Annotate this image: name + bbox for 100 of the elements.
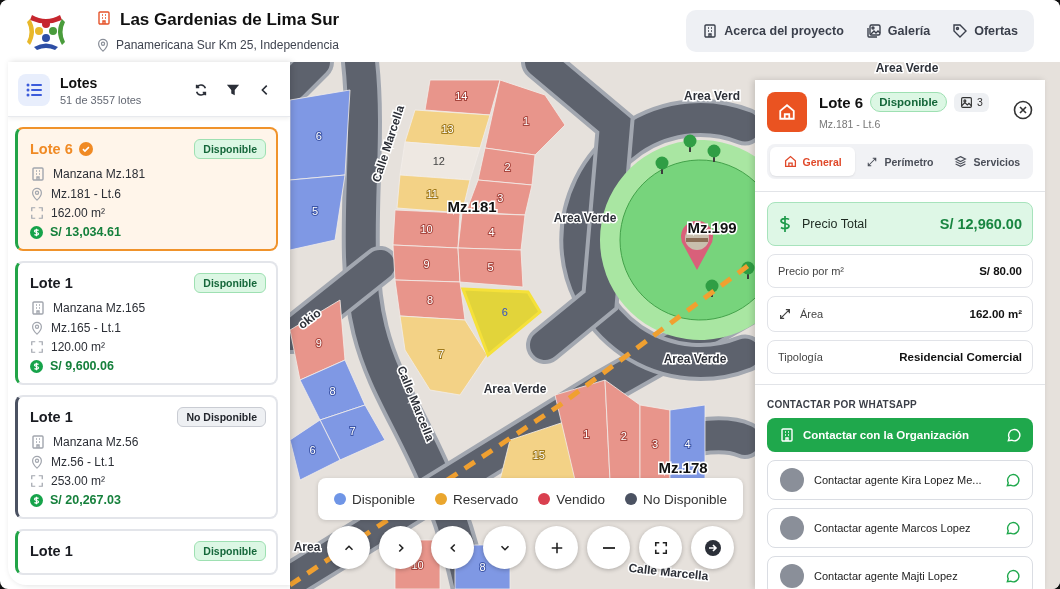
- chat-bubble-icon: [1005, 568, 1020, 584]
- contact-agent-button[interactable]: Contactar agente Kira Lopez Me...: [767, 460, 1033, 500]
- section-heading: CONTACTAR POR WHATSAPP: [767, 399, 918, 410]
- image-icon: [959, 95, 973, 109]
- lot-title: Lote 1: [30, 543, 73, 559]
- lot-card[interactable]: Lote 1 Disponible Manzana Mz.165 Mz.165 - Lt.1 120.00 m² S/ 9,600.06: [15, 261, 278, 385]
- lot-number: 1: [583, 427, 590, 440]
- lot-number: 6: [315, 130, 322, 143]
- status-badge: Disponible: [194, 273, 266, 293]
- arrow-circle-icon: [704, 539, 721, 556]
- lot-card[interactable]: Lote 6 Disponible Manzana Mz.181 Mz.181 - Lt.6 162.00 m² S/ 13,034.61: [15, 127, 278, 251]
- lot-price: S/ 13,034.61: [50, 225, 121, 239]
- block-label: Mz.181: [447, 198, 497, 215]
- building-icon: [702, 23, 719, 39]
- refresh-icon: [194, 83, 208, 97]
- lot-location: Mz.56 - Lt.1: [51, 455, 115, 469]
- status-badge: Disponible: [870, 92, 947, 112]
- building-icon: [30, 166, 46, 182]
- avatar-placeholder: [780, 516, 804, 540]
- chat-bubble-icon: [1005, 520, 1020, 536]
- lot-number: 9: [423, 257, 430, 270]
- park-area-label: Area Verde: [663, 352, 727, 366]
- expand-icon: [30, 474, 44, 488]
- close-button[interactable]: [1013, 100, 1033, 120]
- block-name: Manzana Mz.56: [53, 435, 139, 449]
- lot-number: 5: [311, 205, 319, 218]
- lot-card[interactable]: Lote 1 Disponible: [15, 529, 278, 575]
- pin-icon: [30, 187, 44, 201]
- tab[interactable]: Perímetro: [857, 147, 943, 176]
- lot-number: 10: [420, 223, 433, 235]
- lot-number: 11: [426, 188, 438, 200]
- info-label: Precio por m²: [778, 265, 846, 277]
- pin-icon: [96, 38, 110, 52]
- chat-bubble-icon: [1006, 427, 1021, 443]
- park-area-label: Area Verde: [483, 382, 547, 396]
- lot-number: 4: [684, 437, 691, 450]
- lot-number: 8: [329, 385, 336, 398]
- lot-count: 51 de 3557 lotes: [60, 93, 143, 106]
- legend-label: Vendido: [556, 491, 606, 507]
- lot-detail-subtitle: Mz.181 - Lt.6: [819, 118, 882, 130]
- building-icon: [30, 434, 46, 450]
- nav-button[interactable]: Galería: [857, 14, 939, 48]
- lot-area: 253.00 m²: [51, 474, 106, 488]
- tab[interactable]: General: [770, 147, 856, 176]
- expand-icon: [30, 206, 44, 220]
- lot-number: 3: [497, 192, 504, 204]
- chat-bubble-icon: [1005, 472, 1020, 488]
- lot-area: 162.00 m²: [51, 206, 106, 220]
- resize-arrows-icon: [778, 307, 792, 321]
- info-value: Residencial Comercial: [899, 351, 1022, 363]
- lot-number: 1: [522, 114, 530, 127]
- home-icon: [783, 155, 797, 168]
- lot-title: Lote 6: [30, 141, 73, 157]
- photo-count[interactable]: 3: [953, 92, 989, 112]
- lot-number: 13: [441, 122, 454, 135]
- block-name: Manzana Mz.165: [53, 301, 146, 315]
- info-label: Área: [800, 308, 825, 320]
- street-label: okio: [295, 305, 324, 332]
- info-value: 162.00 m²: [969, 308, 1022, 320]
- lot-number: 5: [487, 260, 494, 273]
- lot-number: 6: [309, 444, 316, 456]
- expand-icon: [30, 340, 44, 354]
- legend-label: Disponible: [351, 491, 415, 507]
- lot-detail-title: Lote 6: [819, 93, 864, 111]
- nav-button[interactable]: Ofertas: [944, 14, 1026, 48]
- house-icon: [778, 103, 796, 121]
- gallery-icon: [865, 23, 882, 39]
- park-area-label: Area: [293, 540, 321, 554]
- filter-icon: [226, 83, 240, 97]
- project-title: Las Gardenias de Lima Sur: [120, 10, 340, 30]
- tab[interactable]: Servicios: [944, 147, 1030, 176]
- info-label: Tipología: [778, 351, 824, 363]
- lot-number: 12: [432, 155, 445, 168]
- legend-label: Reservado: [452, 491, 519, 507]
- lot-number: 4: [488, 225, 495, 238]
- contact-agent-button[interactable]: Contactar agente Majti Lopez: [767, 556, 1033, 589]
- nav-button[interactable]: Acerca del proyecto: [694, 14, 852, 48]
- lot-number: 6: [501, 306, 508, 318]
- status-badge: No Disponible: [177, 407, 266, 427]
- block-label: Mz.178: [658, 459, 708, 476]
- lot-title: Lote 1: [30, 409, 73, 425]
- lot-number: 3: [651, 437, 659, 450]
- street-label: Calle Marcella: [627, 560, 709, 584]
- lot-number: 2: [620, 430, 627, 443]
- contact-agent-button[interactable]: Contactar agente Marcos Lopez: [767, 508, 1033, 548]
- tag-icon: [952, 23, 969, 39]
- building-icon: [30, 300, 46, 316]
- block-name: Manzana Mz.181: [53, 167, 146, 181]
- lot-card[interactable]: Lote 1 No Disponible Manzana Mz.56 Mz.56 - Lt.1 253.00 m² S/ 20,267.03: [15, 395, 278, 519]
- lot-title: Lote 1: [30, 275, 73, 291]
- legend-label: No Disponible: [643, 491, 728, 507]
- lot-number: 7: [349, 425, 356, 438]
- pin-icon: [30, 321, 44, 335]
- lot-shape[interactable]: [604, 379, 641, 481]
- layers-icon: [954, 155, 968, 168]
- lot-number: 9: [315, 336, 322, 349]
- status-badge: Disponible: [194, 541, 266, 561]
- pin-icon: [30, 455, 44, 469]
- fullscreen-icon: [653, 540, 668, 555]
- dollar-icon: [778, 215, 792, 233]
